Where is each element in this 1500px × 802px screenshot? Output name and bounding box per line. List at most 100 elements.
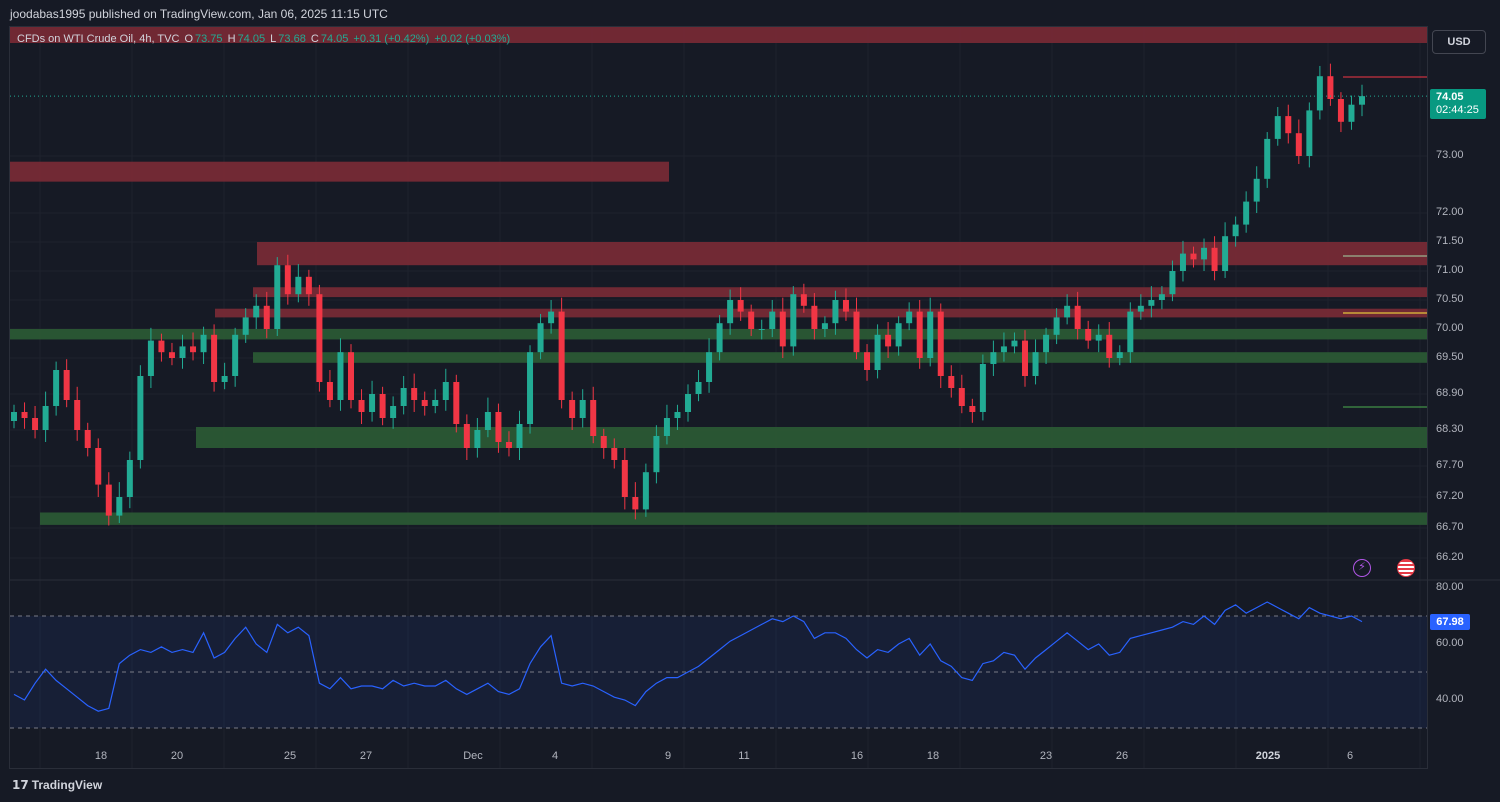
candle-body [737,300,744,312]
us-flag-icon[interactable] [1397,559,1415,577]
candle-body [1201,247,1208,260]
candle-body [1264,138,1271,179]
resistance-zone [257,242,1427,266]
candle-body [369,394,376,412]
candle-body [590,400,597,436]
candle-body [1327,76,1334,99]
candle-body [211,334,218,382]
symbol-name[interactable]: CFDs on WTI Crude Oil, 4h, TVC [17,33,179,45]
candle-body [242,317,249,335]
time-axis-label: 2025 [1255,750,1281,762]
candle-body [358,400,365,412]
candle-body [200,334,207,353]
candle-body [990,352,997,364]
candle-body [126,460,133,497]
candle-body [1148,300,1155,306]
candle-body [463,424,470,448]
candle-body [864,352,871,370]
candle-body [527,352,534,424]
candle-body [1000,346,1007,353]
candle-body [1316,76,1323,111]
candle-body [558,311,565,400]
candle-body [621,460,628,497]
last-price-tag: 74.05 02:44:25 [1430,89,1486,119]
candle-body [600,436,607,448]
candle-body [1211,247,1218,271]
candle-body [1222,236,1229,271]
candle-body [337,352,344,400]
candle-body [569,400,576,418]
candle-body [316,294,323,382]
candle-body [1043,334,1050,353]
candle-body [1169,271,1176,295]
price-chart[interactable] [0,0,1500,802]
time-axis-label: 18 [926,750,940,762]
time-axis-label: 9 [664,750,672,762]
candle-body [516,424,523,448]
candle-body [495,412,502,442]
candle-body [1127,311,1134,353]
price-axis-label: 68.30 [1436,423,1464,435]
candle-body [548,311,555,324]
last-price: 74.05 [1436,91,1464,103]
candle-body [653,436,660,473]
candle-body [790,294,797,347]
candle-body [442,382,449,400]
price-axis-label: 69.50 [1436,351,1464,363]
candle-body [505,442,512,448]
candle-body [253,305,260,318]
candle-body [695,382,702,394]
candle-body [642,472,649,510]
candle-body [484,412,491,430]
candle-body [284,265,291,295]
price-axis-label: 66.70 [1436,521,1464,533]
candle-body [821,323,828,329]
price-axis-label: 71.00 [1436,264,1464,276]
candle-body [63,370,70,400]
symbol-legend[interactable]: CFDs on WTI Crude Oil, 4h, TVC O 73.75 H7… [17,33,512,45]
candle-body [168,352,175,358]
candle-body [811,305,818,329]
candle-body [421,400,428,406]
tradingview-brand[interactable]: 𝟭𝟳 TradingView [12,778,102,792]
change-value: +0.31 (+0.42%) [353,33,430,45]
candle-body [632,497,639,510]
candle-body [390,406,397,418]
candle-body [1359,96,1365,105]
lightning-bolt-icon[interactable]: ⚡ [1353,559,1371,577]
price-axis-label: 68.90 [1436,387,1464,399]
time-axis-label: 11 [738,750,750,762]
candle-body [800,294,807,306]
time-axis-label: 25 [283,750,297,762]
candle-body [11,412,17,421]
bar-countdown: 02:44:25 [1436,104,1479,116]
candle-body [769,311,776,329]
candle-body [748,311,755,329]
candle-body [663,418,670,436]
candle-body [1295,133,1302,156]
price-axis-label: 72.00 [1436,206,1464,218]
price-axis-label: 71.50 [1436,235,1464,247]
candle-body [1190,253,1197,260]
candle-body [842,300,849,312]
candle-body [937,311,944,376]
candle-body [906,311,913,324]
candle-body [874,334,881,370]
candle-body [1306,110,1313,156]
candle-body [979,364,986,412]
candle-body [895,323,902,347]
candle-body [116,497,123,516]
candle-body [105,484,112,516]
candle-body [274,265,281,329]
open-value: 73.75 [195,33,223,45]
rsi-axis-label: 60.00 [1436,637,1464,649]
time-axis-label: 18 [94,750,108,762]
currency-button[interactable]: USD [1432,30,1486,54]
candle-body [348,352,354,400]
candle-body [147,340,154,376]
candle-body [1348,104,1355,122]
low-value: 73.68 [278,33,306,45]
time-axis-label: 16 [850,750,864,762]
candle-body [21,412,28,418]
change-value-2: +0.02 (+0.03%) [434,33,511,45]
